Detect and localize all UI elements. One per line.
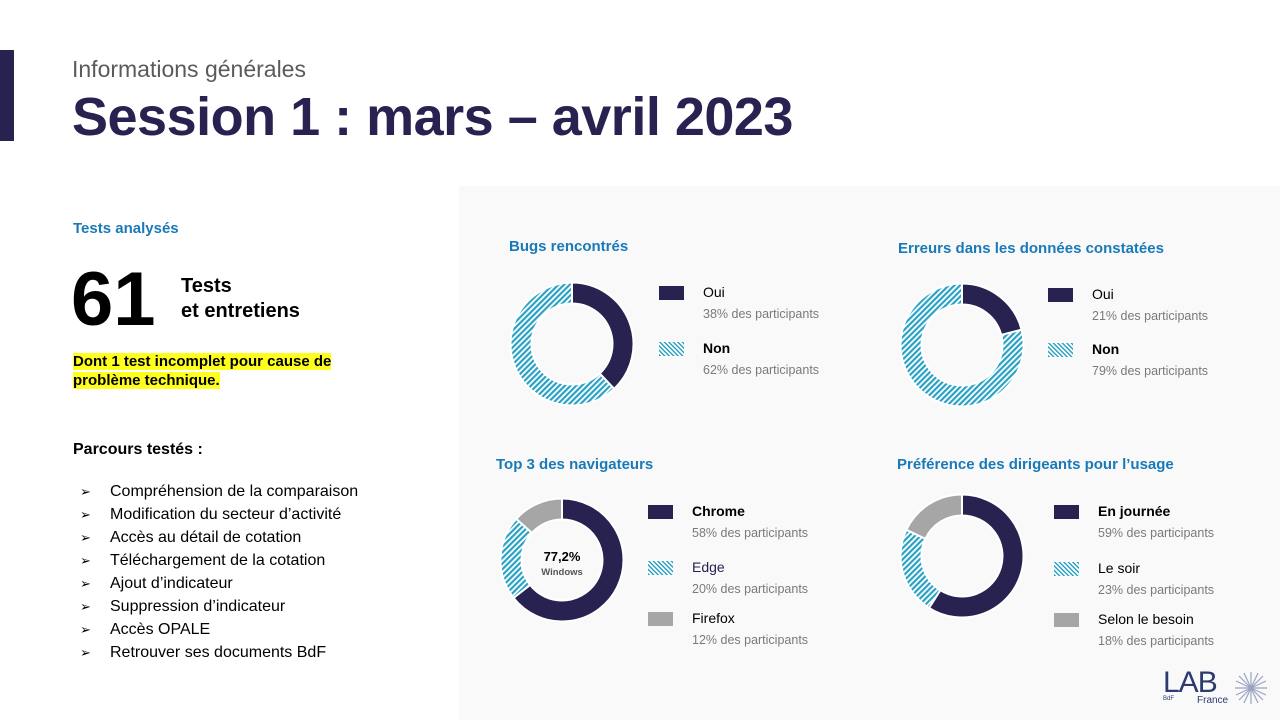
legend-sub: 79% des participants (1092, 364, 1209, 378)
legend-swatch (1048, 343, 1073, 357)
chart-title-erreurs: Erreurs dans les données constatées (898, 240, 1164, 257)
page-subtitle: Informations générales (72, 56, 306, 82)
arrow-bullet-icon: ➢ (80, 645, 91, 660)
legend-swatch (648, 505, 673, 519)
note-highlight: Dont 1 test incomplet pour cause de prob… (73, 353, 332, 389)
legend-label: Non (1092, 341, 1120, 357)
list-item: ➢ Téléchargement de la cotation (80, 549, 358, 572)
incomplete-test-note: Dont 1 test incomplet pour cause de prob… (73, 352, 373, 390)
list-item: ➢ Suppression d’indicateur (80, 595, 358, 618)
list-item: ➢ Accès OPALE (80, 618, 358, 641)
legend-label: Le soir (1098, 560, 1141, 576)
donut-slice-edge (499, 517, 534, 600)
legend-sub: 21% des participants (1092, 309, 1209, 323)
lab-logo: LAB France BdF (1163, 668, 1269, 708)
legend-label: Oui (703, 284, 725, 300)
chart-title-navigateurs: Top 3 des navigateurs (496, 456, 654, 473)
legend-swatch (1054, 562, 1079, 576)
arrow-bullet-icon: ➢ (80, 507, 91, 522)
donut-slice-selon-le-besoin (905, 493, 963, 541)
list-item-label: Accès OPALE (110, 621, 211, 638)
arrow-bullet-icon: ➢ (80, 622, 91, 637)
arrow-bullet-icon: ➢ (80, 484, 91, 499)
list-item: ➢ Retrouver ses documents BdF (80, 641, 358, 664)
legend-sub: 20% des participants (692, 582, 809, 596)
accent-bar (0, 50, 14, 141)
list-item-label: Ajout d’indicateur (110, 575, 233, 592)
legend-sub: 62% des participants (703, 363, 820, 377)
legend-sub: 59% des participants (1098, 526, 1215, 540)
page-title: Session 1 : mars – avril 2023 (72, 87, 793, 147)
legend-swatch (659, 342, 684, 356)
chart-title-bugs: Bugs rencontrés (509, 238, 629, 255)
legend-sub: 38% des participants (703, 307, 820, 321)
tests-count-label: Tests et entretiens (181, 274, 300, 324)
chart-title-preference: Préférence des dirigeants pour l’usage (897, 456, 1174, 473)
legend-label: En journée (1098, 503, 1171, 519)
list-item-label: Suppression d’indicateur (110, 598, 286, 615)
donut-slice-oui (571, 281, 635, 391)
legend-label: Selon le besoin (1098, 611, 1194, 627)
legend-sub: 18% des participants (1098, 634, 1215, 648)
tests-count: 61 (71, 257, 156, 342)
list-item-label: Téléchargement de la cotation (110, 552, 326, 569)
list-item-label: Modification du secteur d’activité (110, 506, 342, 523)
legend-label: Non (703, 340, 731, 356)
legend-sub: 58% des participants (692, 526, 809, 540)
list-item-label: Retrouver ses documents BdF (110, 644, 327, 661)
donut-chart-bugs (509, 281, 635, 407)
list-item: ➢ Ajout d’indicateur (80, 572, 358, 595)
tests-count-label-line2: et entretiens (181, 300, 300, 322)
donut-slice-le-soir (899, 528, 942, 610)
parcours-list: ➢ Compréhension de la comparaison ➢ Modifi… (80, 480, 358, 664)
logo-star-icon (1235, 672, 1267, 704)
donut-chart-preference (899, 493, 1025, 619)
arrow-bullet-icon: ➢ (80, 530, 91, 545)
logo-sub: France (1197, 695, 1229, 706)
legend-sub: 23% des participants (1098, 583, 1215, 597)
legend-swatch (1054, 613, 1079, 627)
legend-swatch (648, 561, 673, 575)
list-item: ➢ Accès au détail de cotation (80, 526, 358, 549)
legend-swatch (648, 612, 673, 626)
legend-label: Edge (692, 559, 725, 575)
list-item: ➢ Compréhension de la comparaison (80, 480, 358, 503)
legend-label: Firefox (692, 610, 735, 626)
donut-center-label: Windows (541, 567, 583, 578)
legend-label: Chrome (692, 503, 745, 519)
list-item-label: Compréhension de la comparaison (110, 483, 359, 500)
donut-slice-oui (961, 282, 1023, 337)
list-item-label: Accès au détail de cotation (110, 529, 302, 546)
legend-swatch (1048, 288, 1073, 302)
tests-count-label-line1: Tests (181, 275, 232, 297)
arrow-bullet-icon: ➢ (80, 599, 91, 614)
arrow-bullet-icon: ➢ (80, 553, 91, 568)
donut-chart-erreurs (899, 282, 1025, 408)
parcours-title: Parcours testés : (73, 441, 203, 458)
donut-center-value: 77,2% (544, 549, 581, 564)
legend-swatch (659, 286, 684, 300)
logo-small: BdF (1163, 696, 1175, 702)
legend-swatch (1054, 505, 1079, 519)
logo-text: LAB (1163, 666, 1218, 699)
donut-chart-navigateurs: 77,2% Windows (499, 497, 625, 623)
legend-label: Oui (1092, 286, 1114, 302)
arrow-bullet-icon: ➢ (80, 576, 91, 591)
legend-sub: 12% des participants (692, 633, 809, 647)
tests-heading: Tests analysés (73, 220, 179, 237)
list-item: ➢ Modification du secteur d’activité (80, 503, 358, 526)
